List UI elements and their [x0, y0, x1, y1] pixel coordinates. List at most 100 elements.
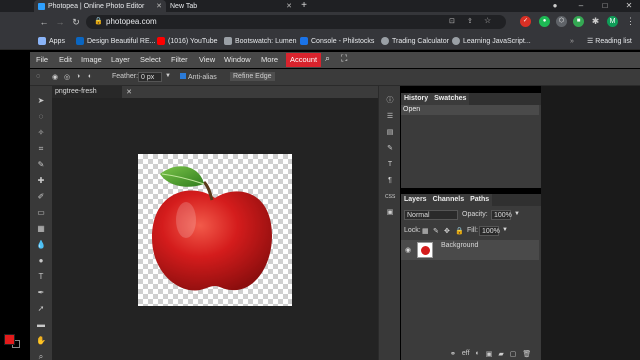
document-tab[interactable]: pngtree-fresh ✕ [52, 86, 132, 98]
bookmark-bootswatch[interactable]: Bootswatch: Lumen [224, 36, 296, 46]
tab-swatches[interactable]: Swatches [431, 93, 470, 105]
feather-dropdown-icon[interactable]: ▼ [165, 73, 171, 79]
new-layer-icon[interactable]: ▢ [510, 350, 517, 360]
feather-input[interactable]: 0 px [138, 72, 162, 82]
brush-settings-icon[interactable]: ✎ [385, 144, 395, 154]
browser-menu-icon[interactable]: ⋮ [625, 16, 636, 27]
adjustments-icon[interactable]: ▤ [385, 128, 395, 138]
dodge-tool-icon[interactable]: ● [36, 256, 46, 266]
fill-dropdown-icon[interactable]: ▼ [502, 227, 508, 233]
antialias-checkbox[interactable]: Anti-alias [180, 73, 217, 81]
selection-subtract-icon[interactable]: ◑ [76, 73, 80, 80]
layer-mask-icon[interactable]: ▣ [486, 350, 493, 360]
menu-edit[interactable]: Edit [59, 55, 72, 64]
visibility-eye-icon[interactable]: ◉ [405, 246, 411, 254]
menu-select[interactable]: Select [140, 55, 161, 64]
install-app-icon[interactable]: ⊡ [449, 17, 455, 25]
tab-history[interactable]: History [401, 93, 432, 105]
fullscreen-icon[interactable]: ⛶ [341, 53, 347, 64]
lasso-tool-icon[interactable]: ◌ [36, 73, 40, 80]
extension-hex-icon[interactable]: ⬡ [556, 16, 567, 27]
foreground-color-swatch[interactable] [4, 334, 15, 345]
info-icon[interactable]: ⓘ [385, 96, 395, 106]
extension-square-icon[interactable]: ■ [573, 16, 584, 27]
lock-transparency-icon[interactable]: ▦ [422, 227, 429, 235]
menu-image[interactable]: Image [81, 55, 102, 64]
back-arrow-icon[interactable]: ← [38, 16, 50, 28]
selection-add-icon[interactable]: ◎ [64, 73, 70, 81]
magic-wand-icon[interactable]: ✧ [36, 128, 46, 138]
maximize-icon[interactable]: □ [598, 0, 612, 12]
bookmark-design[interactable]: Design Beautiful RE... [76, 36, 155, 46]
zoom-tool-icon[interactable]: ⌕ [36, 352, 46, 360]
close-tab-icon[interactable]: ✕ [286, 2, 292, 10]
link-layers-icon[interactable]: ⚭ [450, 350, 456, 360]
type-tool-icon[interactable]: T [36, 272, 46, 282]
bookmark-learning-javascript[interactable]: Learning JavaScript... [452, 36, 531, 46]
bookmark-youtube[interactable]: (1016) YouTube [157, 36, 218, 46]
move-tool-icon[interactable]: ➤ [36, 96, 46, 106]
eraser-tool-icon[interactable]: ▭ [36, 208, 46, 218]
lock-all-icon[interactable]: 🔒 [455, 227, 464, 235]
close-document-icon[interactable]: ✕ [126, 88, 132, 96]
forward-arrow-icon[interactable]: → [54, 16, 66, 28]
bookmark-trading-calculator[interactable]: Trading Calculator [381, 36, 449, 46]
search-icon[interactable]: ⌕ [325, 53, 330, 64]
menu-layer[interactable]: Layer [111, 55, 130, 64]
blend-mode-select[interactable]: Normal [404, 210, 458, 220]
refine-edge-button[interactable]: Refine Edge [230, 72, 275, 81]
lock-position-icon[interactable]: ✥ [444, 227, 450, 235]
tab-paths[interactable]: Paths [467, 194, 493, 206]
hand-tool-icon[interactable]: ✋ [36, 336, 46, 346]
reload-icon[interactable]: ↻ [70, 16, 82, 28]
extension-red-icon[interactable]: ✓ [520, 16, 531, 27]
gradient-tool-icon[interactable]: ▦ [36, 224, 46, 234]
menu-filter[interactable]: Filter [171, 55, 188, 64]
share-icon[interactable]: ⇪ [467, 17, 473, 25]
opacity-input[interactable]: 100% [491, 210, 512, 220]
opacity-dropdown-icon[interactable]: ▼ [514, 211, 520, 217]
tab-photopea[interactable]: Photopea | Online Photo Editor ✕ [34, 0, 166, 12]
adjustment-layer-icon[interactable]: ◐ [476, 350, 480, 360]
menu-file[interactable]: File [36, 55, 48, 64]
extension-green-icon[interactable]: ● [539, 16, 550, 27]
menu-window[interactable]: Window [224, 55, 251, 64]
bookmark-star-icon[interactable]: ☆ [484, 16, 491, 25]
reading-list-button[interactable]: ☰ Reading list [587, 36, 632, 46]
tab-layers[interactable]: Layers [401, 194, 430, 206]
image-icon[interactable]: ▣ [385, 208, 395, 218]
document-canvas[interactable] [138, 154, 292, 306]
account-button[interactable]: Account [286, 53, 322, 67]
close-tab-icon[interactable]: ✕ [156, 2, 162, 10]
layer-effects-button[interactable]: eff [462, 350, 470, 360]
character-icon[interactable]: T [385, 160, 395, 170]
address-bar[interactable]: 🔒 photopea.com ⊡ ⇪ ☆ [86, 15, 506, 29]
extensions-puzzle-icon[interactable]: ✱ [590, 16, 601, 27]
layer-row[interactable]: ◉ Background [401, 240, 539, 260]
healing-brush-icon[interactable]: ✚ [36, 176, 46, 186]
tab-new-tab[interactable]: New Tab ✕ [166, 0, 296, 12]
minimize-icon[interactable]: – [574, 0, 588, 12]
profile-avatar[interactable]: M [607, 16, 618, 27]
new-tab-button[interactable]: + [298, 0, 310, 12]
tab-channels[interactable]: Channels [429, 194, 468, 206]
bookmark-philstocks[interactable]: Console - Philstocks [300, 36, 374, 46]
lasso-select-icon[interactable]: ◌ [36, 112, 46, 122]
crop-tool-icon[interactable]: ⌗ [36, 144, 46, 154]
new-folder-icon[interactable]: ▰ [498, 350, 503, 360]
paragraph-icon[interactable]: ¶ [385, 176, 395, 186]
bookmark-apps[interactable]: Apps [38, 36, 65, 46]
path-select-icon[interactable]: ➚ [36, 304, 46, 314]
history-item[interactable]: Open [401, 105, 539, 115]
bookmarks-overflow-icon[interactable]: » [570, 36, 574, 46]
pen-tool-icon[interactable]: ✒ [36, 288, 46, 298]
brush-tool-icon[interactable]: ✐ [36, 192, 46, 202]
selection-intersect-icon[interactable]: ◐ [88, 73, 92, 80]
menu-view[interactable]: View [199, 55, 215, 64]
eyedropper-icon[interactable]: ✎ [36, 160, 46, 170]
lock-image-icon[interactable]: ✎ [433, 227, 439, 235]
css-icon[interactable]: CSS [385, 192, 395, 202]
close-window-icon[interactable]: ✕ [622, 0, 636, 12]
delete-layer-icon[interactable]: 🗑 [522, 350, 531, 360]
fill-input[interactable]: 100% [479, 226, 500, 236]
